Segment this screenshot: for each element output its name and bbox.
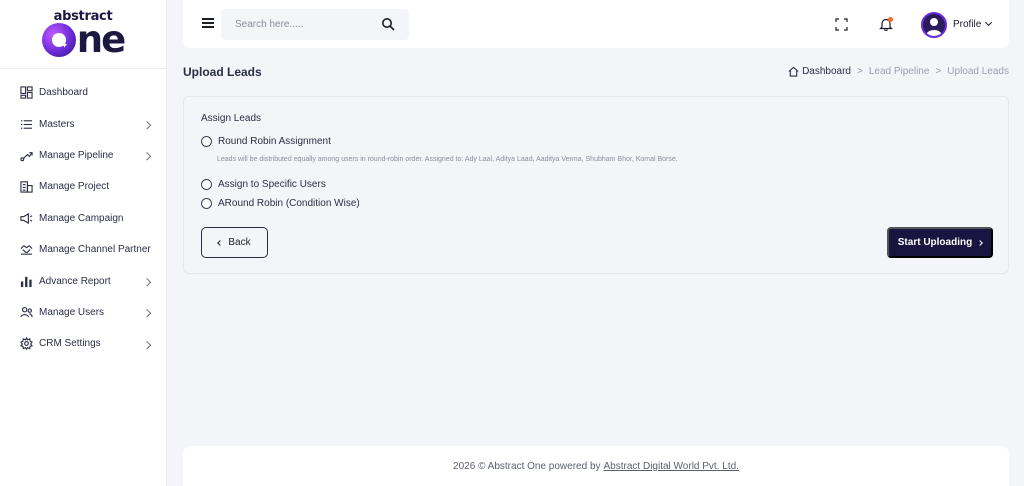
footer-company-link[interactable]: Abstract Digital World Pvt. Ltd.	[604, 461, 739, 472]
sidebar: abstract ✦ ne Dashboard Masters Manage Pi…	[0, 0, 167, 486]
start-uploading-button[interactable]: Start Uploading	[887, 227, 993, 258]
sidebar-item-label: CRM Settings	[39, 338, 101, 350]
handshake-icon	[20, 243, 33, 256]
pipeline-icon	[20, 149, 33, 162]
sidebar-item-label: Dashboard	[39, 87, 88, 99]
gear-icon	[20, 337, 33, 351]
avatar[interactable]	[921, 12, 947, 38]
sidebar-item-manage-users[interactable]: Manage Users	[0, 297, 166, 328]
search-box	[221, 9, 409, 40]
building-icon	[20, 180, 33, 193]
breadcrumb-item-lead-pipeline[interactable]: Lead Pipeline	[869, 66, 930, 77]
sidebar-item-label: Manage Users	[39, 306, 105, 318]
sidebar-item-manage-project[interactable]: Manage Project	[0, 171, 166, 202]
sidebar-item-label: Manage Pipeline	[39, 149, 114, 161]
conditional-round-robin-option[interactable]: ARound Robin (Condition Wise)	[201, 198, 360, 209]
sidebar-item-crm-settings[interactable]: CRM Settings	[0, 328, 166, 359]
chevron-right-icon	[142, 309, 152, 318]
specific-users-option[interactable]: Assign to Specific Users	[201, 179, 326, 190]
breadcrumb-separator: >	[935, 66, 942, 77]
sidebar-item-manage-campaign[interactable]: Manage Campaign	[0, 203, 166, 234]
breadcrumb-separator: >	[856, 66, 863, 77]
dashboard-icon	[20, 86, 33, 99]
sidebar-item-manage-channel-partner[interactable]: Manage Channel Partner	[0, 234, 166, 265]
conditional-round-robin-label: ARound Robin (Condition Wise)	[218, 198, 360, 209]
fullscreen-icon[interactable]	[835, 18, 848, 31]
breadcrumb-home[interactable]: Dashboard	[788, 66, 851, 77]
menu-toggle-icon[interactable]	[202, 18, 214, 28]
chevron-down-icon[interactable]	[984, 18, 993, 27]
home-icon	[788, 66, 799, 77]
breadcrumb-item-upload-leads: Upload Leads	[947, 66, 1009, 77]
brand-logo-wordmark: ✦ ne	[41, 21, 126, 58]
sidebar-item-label: Manage Campaign	[39, 212, 124, 224]
sidebar-item-label: Advance Report	[39, 275, 111, 287]
chevron-right-icon	[142, 121, 152, 130]
assign-leads-title: Assign Leads	[201, 113, 262, 124]
chevron-right-icon	[142, 277, 152, 287]
sidebar-item-advance-report[interactable]: Advance Report	[0, 265, 166, 296]
conditional-round-robin-radio[interactable]	[201, 198, 212, 209]
sidebar-item-dashboard[interactable]: Dashboard	[0, 77, 166, 108]
search-icon[interactable]	[381, 17, 395, 31]
assign-leads-card: Assign Leads Round Robin Assignment Lead…	[183, 96, 1009, 274]
page-title: Upload Leads	[183, 65, 262, 79]
brand-logo-bottom: ne	[76, 18, 126, 61]
round-robin-radio[interactable]	[201, 136, 212, 147]
round-robin-description: Leads will be distributed equally among …	[217, 156, 678, 163]
footer-text: 2026 © Abstract One powered by	[453, 460, 601, 472]
round-robin-label: Round Robin Assignment	[218, 136, 331, 147]
specific-users-label: Assign to Specific Users	[218, 179, 326, 190]
sidebar-item-manage-pipeline[interactable]: Manage Pipeline	[0, 140, 166, 171]
chevron-right-icon	[142, 340, 152, 350]
megaphone-icon	[20, 212, 33, 225]
user-silhouette-icon	[926, 18, 942, 36]
sidebar-nav: Dashboard Masters Manage Pipeline Manage…	[0, 69, 166, 360]
search-input[interactable]	[221, 9, 371, 40]
users-icon	[20, 306, 33, 319]
bar-chart-icon	[20, 275, 33, 288]
sidebar-item-masters[interactable]: Masters	[0, 108, 166, 139]
sidebar-item-label: Masters	[39, 118, 75, 130]
round-robin-option[interactable]: Round Robin Assignment	[201, 136, 331, 147]
brand-logo[interactable]: abstract ✦ ne	[0, 0, 166, 69]
top-bar: Profile	[183, 0, 1009, 48]
chevron-right-icon	[977, 239, 984, 246]
chevron-right-icon	[142, 152, 152, 161]
back-button[interactable]: Back	[201, 227, 268, 258]
sidebar-item-label: Manage Channel Partner	[39, 244, 151, 256]
sparkle-icon: ✦	[60, 41, 68, 51]
breadcrumb-item-dashboard: Dashboard	[802, 66, 851, 77]
list-icon	[20, 118, 33, 131]
back-button-label: Back	[228, 237, 251, 248]
start-uploading-label: Start Uploading	[897, 237, 973, 248]
profile-menu-label[interactable]: Profile	[953, 19, 981, 30]
chevron-left-icon	[217, 239, 224, 246]
sidebar-item-label: Manage Project	[39, 181, 110, 193]
brand-o-icon	[41, 23, 76, 57]
notification-dot	[888, 17, 893, 22]
footer: 2026 © Abstract One powered by Abstract …	[183, 446, 1009, 486]
specific-users-radio[interactable]	[201, 179, 212, 190]
breadcrumb: Dashboard > Lead Pipeline > Upload Leads	[788, 66, 1009, 77]
